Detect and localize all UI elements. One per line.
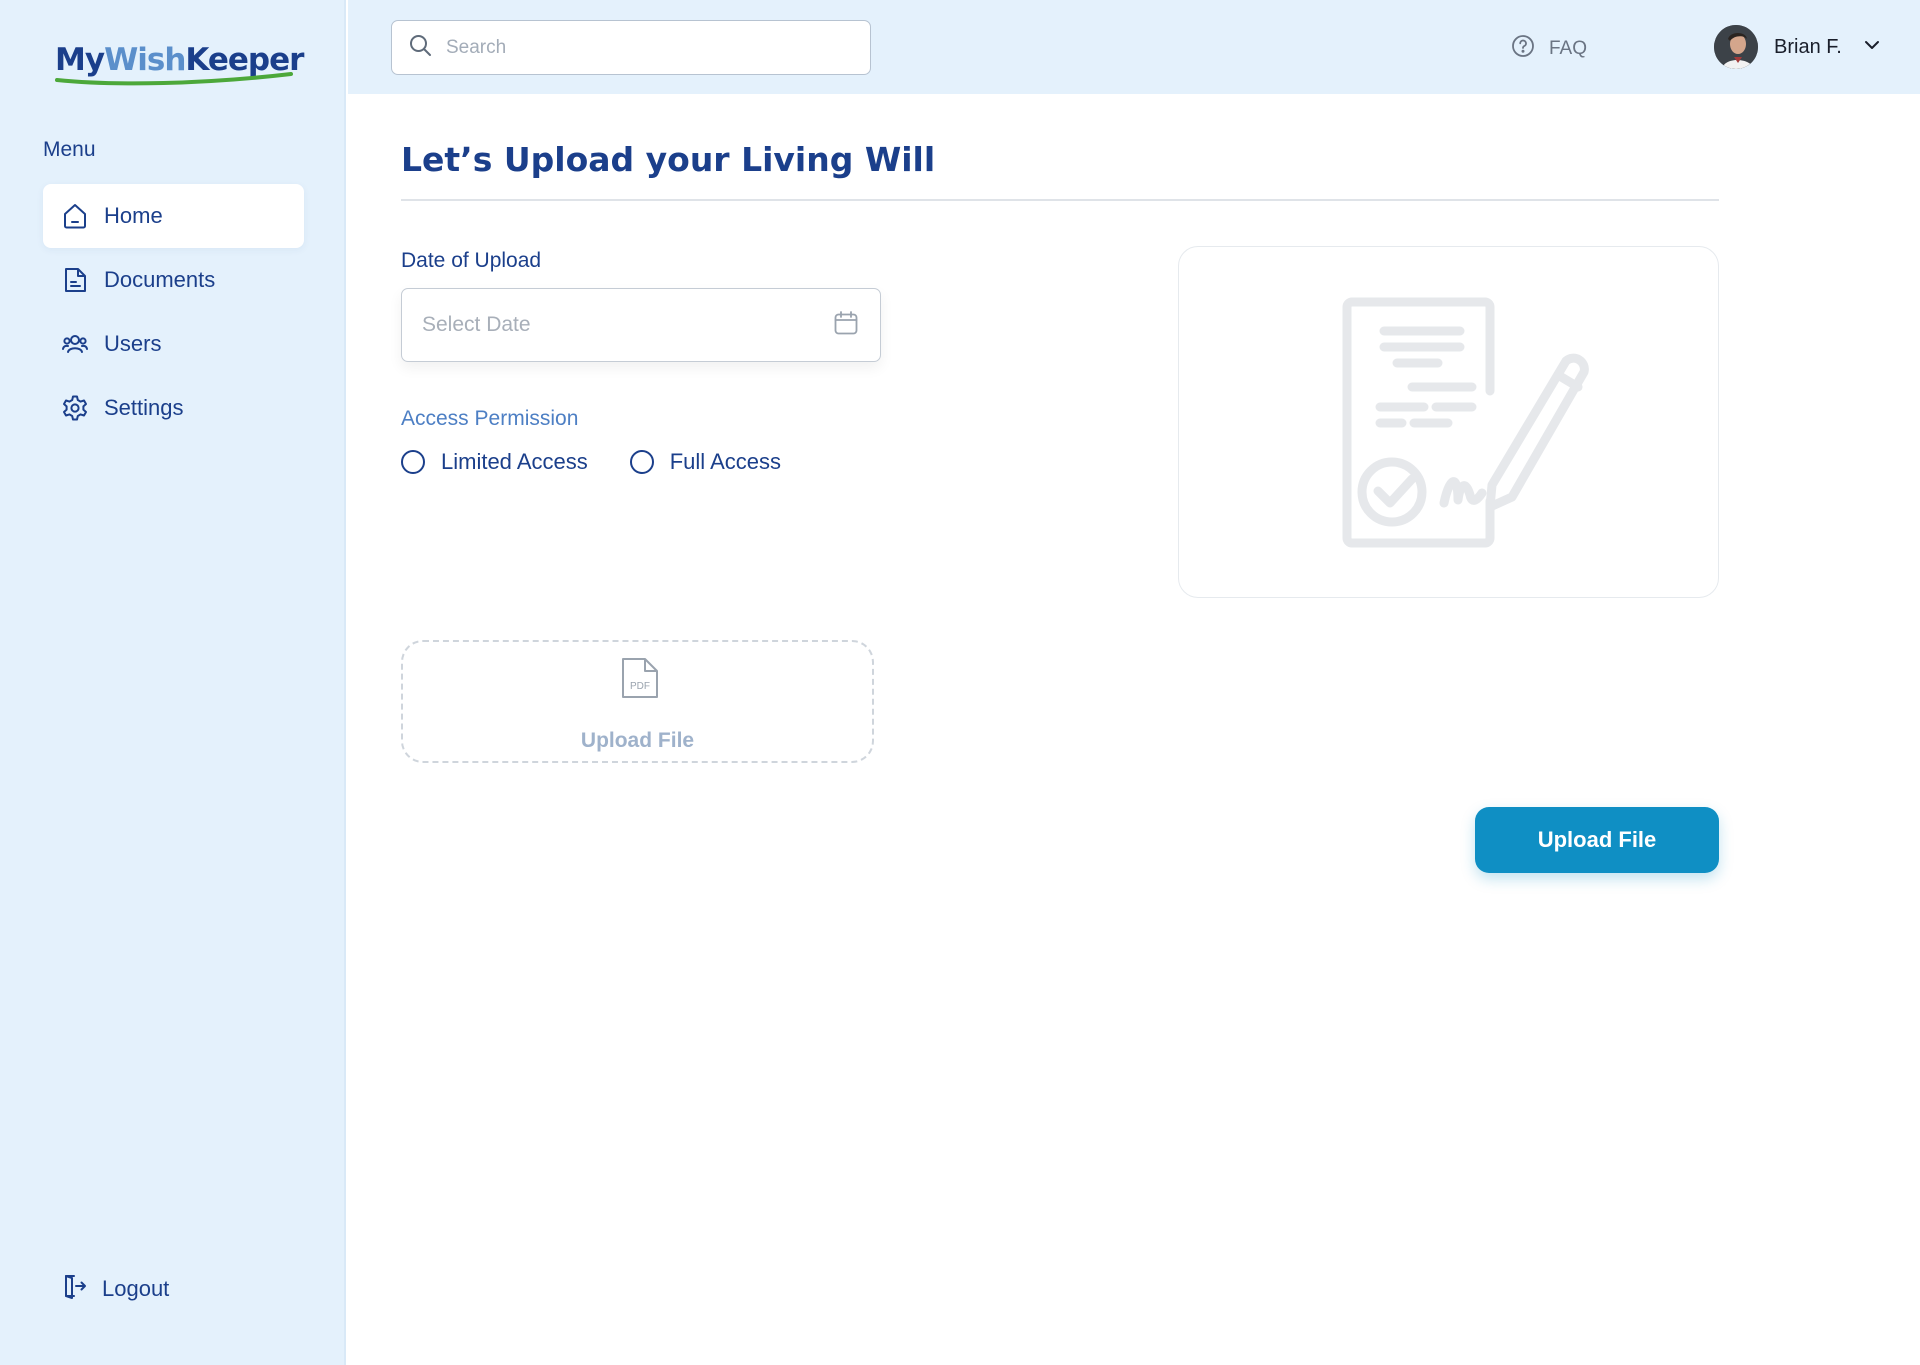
signed-document-icon (1342, 297, 1589, 548)
dropzone-label: Upload File (580, 729, 695, 752)
menu-heading: Menu (43, 138, 96, 161)
sidebar-item-label: Documents (104, 267, 216, 292)
chevron-down-icon[interactable] (1862, 35, 1882, 60)
date-picker-field[interactable] (401, 288, 881, 362)
sidebar-nav: Home Documents Users Settings (43, 184, 304, 440)
date-input[interactable] (422, 313, 832, 337)
sidebar-item-label: Users (104, 331, 162, 356)
logout-button[interactable]: Logout (60, 1272, 169, 1305)
pdf-file-icon: PDF (622, 658, 658, 698)
sidebar-item-label: Settings (104, 395, 184, 420)
page-title: Let’s Upload your Living Will (401, 140, 936, 179)
sidebar-item-label: Home (104, 203, 163, 228)
sidebar-item-settings[interactable]: Settings (43, 376, 304, 440)
radio-label: Limited Access (441, 449, 588, 474)
logout-icon (60, 1272, 88, 1305)
document-preview-panel (1178, 246, 1719, 598)
app-root: MyWishKeeper Menu Home Documents Users S… (0, 0, 1920, 1365)
top-bar: FAQ Brian F. (348, 0, 1920, 94)
pdf-badge-text: PDF (630, 681, 650, 692)
radio-button[interactable] (401, 450, 425, 474)
sidebar-item-documents[interactable]: Documents (43, 248, 304, 312)
sidebar: MyWishKeeper Menu Home Documents Users S… (0, 0, 346, 1365)
access-permission-radio-group: Limited Access Full Access (401, 449, 823, 475)
help-circle-icon (1511, 34, 1535, 63)
logout-label: Logout (102, 1275, 170, 1301)
radio-label: Full Access (669, 449, 781, 474)
upload-file-button[interactable]: Upload File (1475, 807, 1719, 873)
radio-limited-access[interactable]: Limited Access (401, 449, 588, 475)
calendar-icon[interactable] (832, 309, 860, 342)
users-icon (60, 329, 90, 359)
search-icon (408, 33, 432, 62)
sidebar-item-home[interactable]: Home (43, 184, 304, 248)
document-icon (60, 265, 90, 295)
faq-link[interactable]: FAQ (1511, 34, 1587, 63)
radio-full-access[interactable]: Full Access (629, 449, 781, 475)
gear-icon (60, 393, 90, 423)
avatar (1714, 25, 1758, 69)
date-of-upload-label: Date of Upload (401, 249, 542, 272)
sidebar-item-users[interactable]: Users (43, 312, 304, 376)
search-input[interactable] (446, 36, 846, 59)
logo-swoosh-icon (55, 72, 293, 86)
brand-logo[interactable]: MyWishKeeper (55, 40, 304, 90)
title-divider (401, 199, 1719, 201)
faq-label: FAQ (1549, 37, 1588, 59)
home-icon (60, 201, 90, 231)
user-name: Brian F. (1774, 35, 1842, 58)
radio-button[interactable] (629, 450, 654, 474)
access-permission-label: Access Permission (401, 407, 579, 430)
file-dropzone[interactable]: PDF Upload File (401, 640, 874, 763)
user-menu[interactable]: Brian F. (1714, 25, 1882, 69)
search-box[interactable] (391, 20, 871, 75)
